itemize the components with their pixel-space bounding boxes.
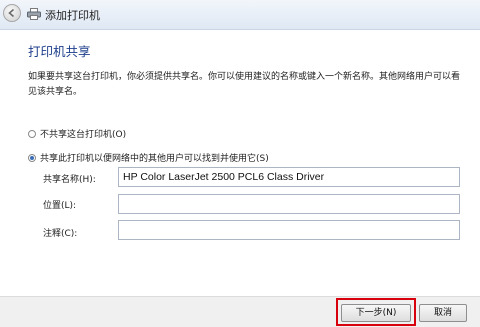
location-label: 位置(L): (43, 201, 77, 211)
page-description: 如果要共享这台打印机，你必须提供共享名。你可以使用建议的名称或键入一个新名称。其… (28, 72, 461, 97)
next-button[interactable]: 下一步(N) (341, 304, 411, 322)
radio-do-not-share-circle[interactable] (28, 130, 36, 138)
location-input[interactable] (118, 194, 460, 214)
back-arrow-icon (8, 8, 15, 18)
cancel-button[interactable]: 取消 (419, 304, 467, 322)
radio-share-printer-label: 共享此打印机以便网络中的其他用户可以找到并使用它(S) (40, 154, 269, 164)
radio-do-not-share-label: 不共享这台打印机(O) (40, 130, 127, 140)
radio-share-printer[interactable]: 共享此打印机以便网络中的其他用户可以找到并使用它(S) (28, 151, 269, 164)
share-name-input[interactable]: HP Color LaserJet 2500 PCL6 Class Driver (118, 167, 460, 187)
back-button[interactable] (3, 4, 21, 22)
printer-icon (27, 8, 41, 20)
comment-input[interactable] (118, 220, 460, 240)
title-bar: 添加打印机 (0, 0, 480, 30)
radio-share-printer-circle[interactable] (28, 154, 36, 162)
page-heading: 打印机共享 (28, 44, 91, 59)
radio-do-not-share[interactable]: 不共享这台打印机(O) (28, 127, 126, 140)
comment-label: 注释(C): (43, 229, 78, 239)
share-name-label: 共享名称(H): (43, 175, 96, 185)
window-title: 添加打印机 (45, 9, 100, 22)
